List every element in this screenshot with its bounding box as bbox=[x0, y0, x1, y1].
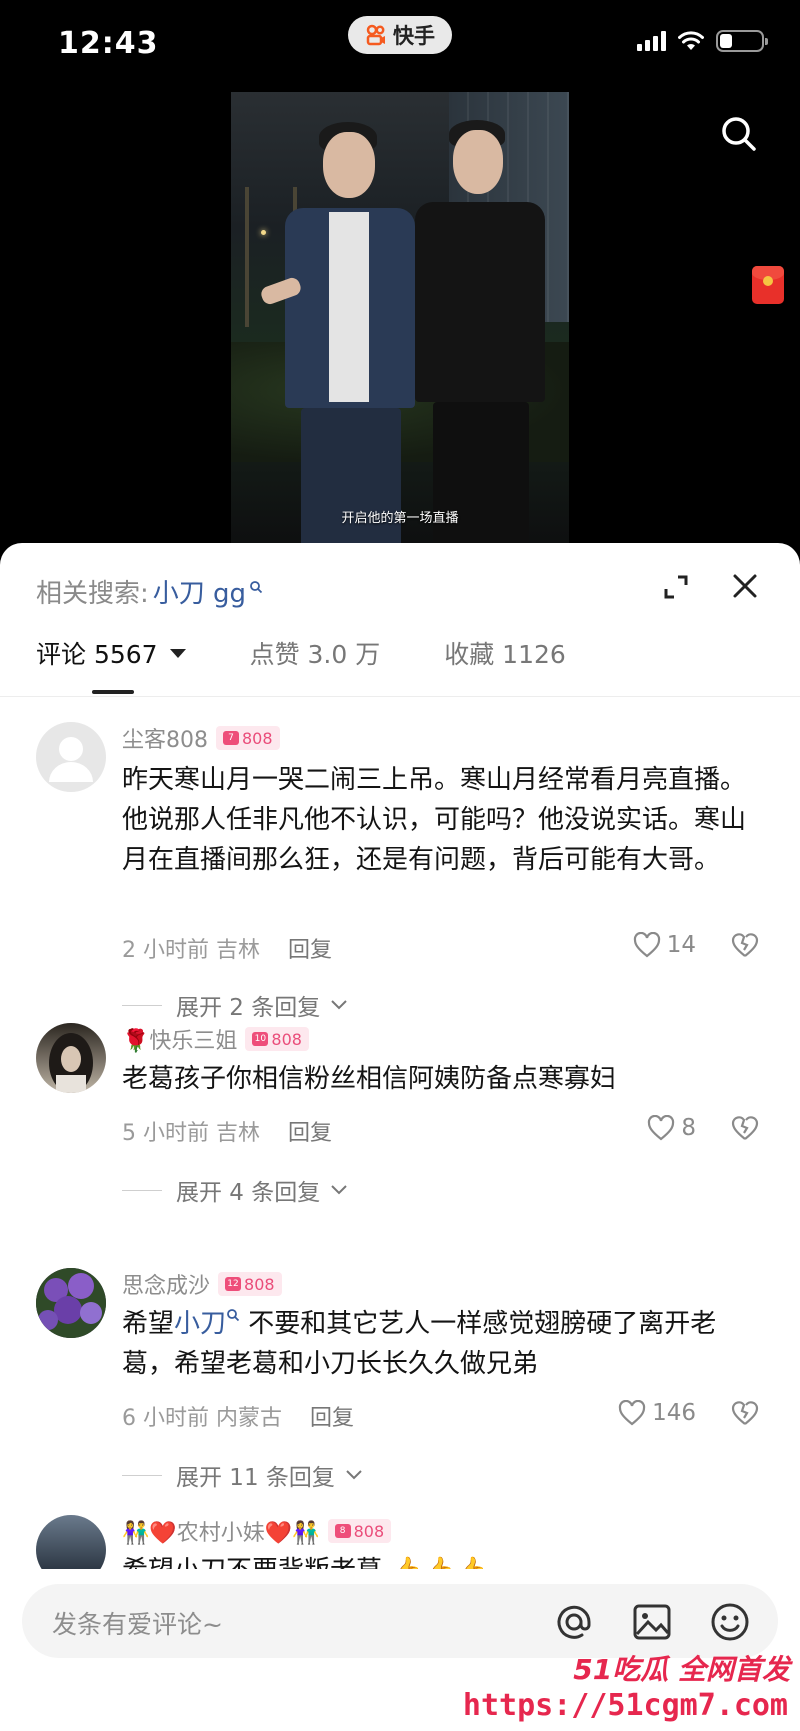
comment-meta: 6 小时前 内蒙古 回复 bbox=[122, 1400, 354, 1432]
expand-replies[interactable]: 展开 4 条回复 bbox=[122, 1173, 348, 1207]
tab-active-indicator bbox=[92, 690, 134, 694]
divider bbox=[0, 696, 800, 697]
watermark-url: https://51cgm7.com bbox=[462, 1688, 788, 1723]
fan-badge: 7 808 bbox=[216, 726, 280, 750]
kuaishou-logo-icon bbox=[365, 24, 387, 46]
like-button[interactable]: 146 bbox=[618, 1400, 696, 1426]
cellular-signal-icon bbox=[637, 31, 666, 51]
tab-likes[interactable]: 点赞 3.0 万 bbox=[250, 635, 381, 671]
default-avatar-icon bbox=[49, 737, 93, 782]
flower-avatar-icon bbox=[36, 1268, 106, 1338]
app-name: 快手 bbox=[393, 24, 435, 48]
close-icon[interactable] bbox=[732, 573, 758, 599]
comment-sheet: 相关搜索: 小刀 gg 评论 5567 点赞 3.0 万 收藏 1126 尘客8… bbox=[0, 543, 800, 1731]
broken-heart-icon bbox=[731, 1116, 759, 1140]
comment-text: 希望小刀 不要和其它艺人一样感觉翅膀硬了离开老葛，希望老葛和小刀长长久久做兄弟 bbox=[122, 1309, 717, 1379]
emoji-icon[interactable] bbox=[708, 1600, 752, 1644]
comment-username[interactable]: 尘客808 bbox=[122, 722, 208, 754]
dislike-button[interactable] bbox=[730, 1400, 760, 1426]
fan-badge: 8 808 bbox=[327, 1519, 392, 1543]
comment-meta: 5 小时前 吉林 回复 bbox=[122, 1115, 332, 1147]
video-player[interactable]: 开启他的第一场直播 bbox=[231, 92, 569, 544]
status-time: 12:43 bbox=[58, 26, 159, 61]
small-search-icon bbox=[250, 580, 263, 593]
avatar[interactable] bbox=[36, 1268, 106, 1338]
comment-meta: 2 小时前 吉林 回复 bbox=[122, 932, 332, 964]
reply-button[interactable]: 回复 bbox=[310, 1400, 354, 1432]
expand-replies[interactable]: 展开 11 条回复 bbox=[122, 1458, 363, 1492]
reply-button[interactable]: 回复 bbox=[288, 1115, 332, 1147]
avatar-photo-icon bbox=[49, 1033, 93, 1093]
expand-icon[interactable] bbox=[662, 573, 690, 601]
broken-heart-icon bbox=[731, 1401, 759, 1425]
watermark-title: 51吃瓜 全网首发 bbox=[573, 1653, 790, 1686]
mention-icon[interactable] bbox=[552, 1600, 596, 1644]
comment-username[interactable]: 👫❤️农村小妹❤️👫 bbox=[122, 1515, 320, 1547]
like-button[interactable]: 14 bbox=[633, 932, 696, 958]
chevron-down-icon bbox=[331, 1000, 347, 1010]
heart-icon bbox=[618, 1400, 646, 1426]
status-icons bbox=[637, 30, 768, 52]
chevron-down-icon bbox=[346, 1470, 362, 1480]
app-badge[interactable]: 快手 bbox=[348, 16, 452, 54]
comment-text: 昨天寒山月一哭二闹三上吊。寒山月经常看月亮直播。他说那人任非凡他不认识，可能吗？… bbox=[122, 765, 747, 875]
keyword-link[interactable]: 小刀 bbox=[174, 1309, 226, 1339]
avatar[interactable] bbox=[36, 722, 106, 792]
video-subtitle: 开启他的第一场直播 bbox=[341, 511, 459, 526]
fan-badge: 10 808 bbox=[245, 1027, 309, 1051]
avatar[interactable] bbox=[36, 1023, 106, 1093]
comment-item: 👫❤️农村小妹❤️👫 8 808 希望小刀不要背叛老葛 👍👍👍 bbox=[0, 1515, 800, 1575]
comment-input-placeholder: 发条有爱评论~ bbox=[52, 1610, 223, 1639]
search-icon[interactable] bbox=[720, 115, 758, 153]
dislike-button[interactable] bbox=[730, 932, 760, 958]
small-search-icon bbox=[227, 1309, 240, 1322]
avatar[interactable] bbox=[36, 1515, 106, 1575]
comment-username[interactable]: 思念成沙 bbox=[122, 1268, 210, 1300]
tab-favorites[interactable]: 收藏 1126 bbox=[444, 635, 566, 671]
expand-replies[interactable]: 展开 2 条回复 bbox=[122, 988, 348, 1022]
red-packet-icon[interactable] bbox=[752, 266, 784, 304]
chevron-down-icon bbox=[331, 1185, 347, 1195]
chevron-down-icon bbox=[169, 648, 186, 658]
heart-icon bbox=[633, 932, 660, 958]
heart-icon bbox=[648, 1115, 675, 1141]
related-search[interactable]: 相关搜索: 小刀 gg bbox=[36, 573, 263, 610]
fan-badge: 12 808 bbox=[218, 1272, 282, 1296]
tab-comments[interactable]: 评论 5567 bbox=[36, 635, 186, 671]
broken-heart-icon bbox=[731, 933, 759, 957]
reply-button[interactable]: 回复 bbox=[288, 932, 332, 964]
image-icon[interactable] bbox=[630, 1600, 674, 1644]
watermark: 51吃瓜 全网首发 https://51cgm7.com bbox=[463, 1640, 800, 1731]
like-button[interactable]: 8 bbox=[647, 1115, 696, 1141]
related-search-keyword[interactable]: 小刀 gg bbox=[153, 573, 246, 610]
related-search-label: 相关搜索: bbox=[36, 579, 149, 609]
battery-icon bbox=[716, 30, 768, 52]
comment-text: 老葛孩子你相信粉丝相信阿姨防备点寒寡妇 bbox=[122, 1064, 617, 1094]
comment-username[interactable]: 🌹快乐三姐 bbox=[122, 1023, 237, 1055]
dislike-button[interactable] bbox=[730, 1115, 760, 1141]
comment-tabs: 评论 5567 点赞 3.0 万 收藏 1126 bbox=[36, 635, 630, 671]
wifi-icon bbox=[678, 31, 704, 50]
